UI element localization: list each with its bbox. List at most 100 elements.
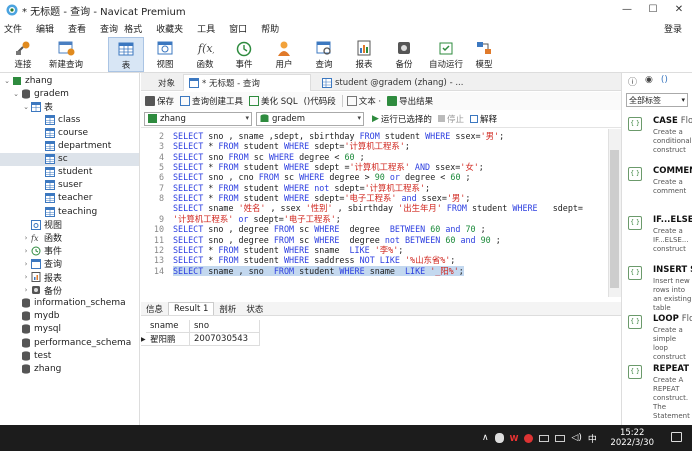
view-button[interactable]: 视图 <box>148 37 182 72</box>
code-line[interactable]: 6 SELECT sno , cno FROM sc WHERE degree >… <box>141 172 608 182</box>
info-icon[interactable]: ⓘ <box>628 75 637 88</box>
code-line[interactable]: 5 SELECT * FROM student WHERE sdept ='计算机… <box>141 162 608 172</box>
menu-file[interactable]: 文件 <box>0 22 29 35</box>
wps-icon[interactable]: W <box>510 434 519 443</box>
code-line[interactable]: 8 SELECT * FROM student WHERE sdept='电子工程… <box>141 193 608 203</box>
query-builder-button[interactable]: 查询创建工具 <box>180 95 243 107</box>
database-select[interactable]: gradem ▾ <box>256 111 364 126</box>
export-result-button[interactable]: 导出结果 <box>387 95 433 107</box>
code-line[interactable]: 11 SELECT sno , degree FROM sc WHERE degr… <box>141 235 608 245</box>
menu-favorites[interactable]: 收藏夹 <box>149 22 190 35</box>
tray-expand-icon[interactable]: ∧ <box>482 433 489 443</box>
code-line[interactable]: SELECT sname '姓名' , ssex '性别' , sbirthda… <box>141 203 608 213</box>
tree-item-gradem[interactable]: ⌄ gradem <box>0 87 139 100</box>
tree-item-[interactable]: › 备份 <box>0 284 139 297</box>
tree-item-[interactable]: › 查询 <box>0 257 139 270</box>
tree-item-[interactable]: › fx 函数 <box>0 231 139 245</box>
tree-item-mydb[interactable]: mydb <box>0 310 139 323</box>
code-line[interactable]: 10 SELECT sno , degree FROM sc WHERE degr… <box>141 224 608 234</box>
connect-button[interactable]: 连接 <box>4 37 42 72</box>
tree-item-[interactable]: ⌄ 表 <box>0 100 139 113</box>
save-button[interactable]: 保存 <box>145 95 174 107</box>
input-icon[interactable] <box>539 434 550 442</box>
menu-window[interactable]: 窗口 <box>222 22 254 35</box>
snippet-item[interactable]: { } REPEAT FlCreate A REPEAT construct. T… <box>622 361 692 421</box>
qq-icon[interactable] <box>494 433 504 443</box>
menu-tools[interactable]: 工具 <box>190 22 222 35</box>
chevron-right-icon[interactable]: › <box>22 273 30 281</box>
menu-format[interactable]: 格式 <box>121 22 149 35</box>
tree-item-zhang[interactable]: ⌄ zhang <box>0 74 139 87</box>
autorun-button[interactable]: 自动运行 <box>424 37 468 72</box>
chevron-down-icon[interactable]: ⌄ <box>3 77 11 85</box>
beautify-sql-button[interactable]: 美化 SQL <box>249 95 298 107</box>
query-button[interactable]: 查询 <box>308 37 340 72</box>
menu-view[interactable]: 查看 <box>61 22 93 35</box>
connection-select[interactable]: zhang ▾ <box>144 111 252 126</box>
stop-button[interactable]: 停止 <box>437 113 464 125</box>
tree-item-teaching[interactable]: teaching <box>0 205 139 218</box>
tab-objects[interactable]: 对象 <box>153 74 180 91</box>
chevron-right-icon[interactable]: › <box>22 247 30 255</box>
new-query-button[interactable]: 新建查询 <box>44 37 88 72</box>
tab-status[interactable]: 状态 <box>241 302 268 315</box>
tree-item-[interactable]: 视图 <box>0 218 139 231</box>
login-button[interactable]: 登录 <box>664 22 682 35</box>
menu-edit[interactable]: 编辑 <box>29 22 61 35</box>
ime-indicator[interactable]: 中 <box>588 432 597 445</box>
code-line[interactable]: 9 '计算机工程系' or sdept='电子工程系'; <box>141 214 608 224</box>
network-icon[interactable] <box>555 434 566 442</box>
tree-item-[interactable]: › 报表 <box>0 271 139 284</box>
code-line[interactable]: 4 SELECT sno FROM sc WHERE degree < 60 ; <box>141 152 608 162</box>
tab-info[interactable]: 信息 <box>141 302 168 315</box>
taskbar-clock[interactable]: 15:22 2022/3/30 <box>610 428 654 448</box>
menu-help[interactable]: 帮助 <box>254 22 286 35</box>
tab-result-1[interactable]: Result 1 <box>168 302 215 315</box>
text-button[interactable]: 文本 · <box>346 95 381 107</box>
tab-student-table[interactable]: student @gradem (zhang) - ... <box>317 74 468 91</box>
menu-query[interactable]: 查询 <box>93 22 121 35</box>
tab-untitled-query[interactable]: * 无标题 - 查询 <box>183 74 311 91</box>
report-button[interactable]: 报表 <box>348 37 380 72</box>
tree-item-teacher[interactable]: teacher <box>0 192 139 205</box>
tree-item-[interactable]: › 事件 <box>0 244 139 257</box>
chevron-down-icon[interactable]: ⌄ <box>22 103 30 111</box>
minimize-button[interactable]: — <box>614 0 640 20</box>
backup-button[interactable]: 备份 <box>388 37 420 72</box>
notification-icon[interactable] <box>671 432 682 442</box>
chevron-right-icon[interactable]: › <box>22 260 30 268</box>
chevron-right-icon[interactable]: › <box>22 286 30 294</box>
event-button[interactable]: 事件 <box>228 37 260 72</box>
maximize-button[interactable]: ☐ <box>640 0 666 20</box>
tree-item-department[interactable]: department <box>0 140 139 153</box>
explain-button[interactable]: 解释 <box>469 113 497 125</box>
tree-item-course[interactable]: course <box>0 126 139 139</box>
user-button[interactable]: 用户 <box>268 37 300 72</box>
tree-item-zhang[interactable]: zhang <box>0 362 139 375</box>
code-line[interactable]: 14 SELECT sname , sno FROM student WHERE … <box>141 265 608 276</box>
snippet-icon[interactable]: () <box>661 75 668 88</box>
table-button[interactable]: 表 <box>108 37 144 72</box>
snippet-button[interactable]: ()代码段 <box>304 95 336 107</box>
sql-editor[interactable]: 2 SELECT sno , sname ,sdept, sbirthday FR… <box>141 129 608 297</box>
tree-item-student[interactable]: student <box>0 166 139 179</box>
tree-item-test[interactable]: test <box>0 349 139 362</box>
tree-item-mysql[interactable]: mysql <box>0 323 139 336</box>
editor-scrollbar-thumb[interactable] <box>610 150 619 288</box>
close-button[interactable]: ✕ <box>666 0 692 20</box>
column-header-sno[interactable]: sno <box>190 320 260 333</box>
app-tray-icon[interactable] <box>524 433 534 443</box>
code-line[interactable]: 13 SELECT * FROM student WHERE saddress N… <box>141 255 608 265</box>
object-icon[interactable]: ◉ <box>645 75 653 88</box>
tab-profile[interactable]: 剖析 <box>214 302 241 315</box>
model-button[interactable]: 模型 <box>468 37 500 72</box>
tree-item-performance_schema[interactable]: performance_schema <box>0 336 139 349</box>
chevron-down-icon[interactable]: ⌄ <box>12 90 20 98</box>
code-line[interactable]: 7 SELECT * FROM student WHERE not sdept='… <box>141 183 608 193</box>
chevron-right-icon[interactable]: › <box>22 234 30 242</box>
code-line[interactable]: 2 SELECT sno , sname ,sdept, sbirthday FR… <box>141 131 608 141</box>
tree-item-sc[interactable]: sc <box>0 152 139 166</box>
function-button[interactable]: f(x) 函数 <box>188 37 222 72</box>
tag-filter-select[interactable]: 全部标签 ▾ <box>626 93 688 107</box>
tree-item-information_schema[interactable]: information_schema <box>0 297 139 310</box>
